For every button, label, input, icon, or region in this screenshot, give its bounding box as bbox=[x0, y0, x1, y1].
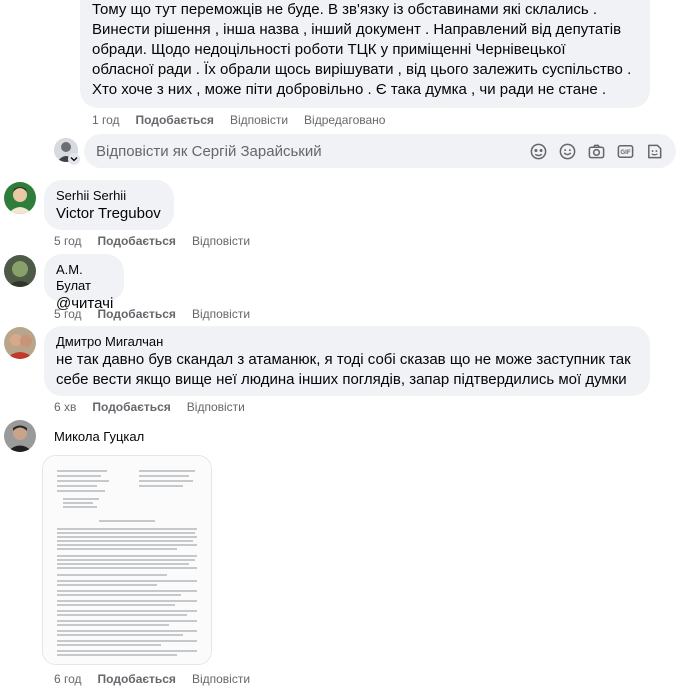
comment-author[interactable]: Дмитро Мигалчан bbox=[56, 334, 638, 350]
comment-bubble-top: Тому що тут переможців не буде. В зв'язк… bbox=[80, 0, 650, 108]
reply-button[interactable]: Відповісти bbox=[187, 399, 245, 415]
gif-icon[interactable]: GIF bbox=[616, 142, 635, 161]
composer-toolbar: GIF bbox=[529, 142, 664, 161]
comment-bubble: Дмитро Мигалчан не так давно був скандал… bbox=[44, 326, 650, 396]
like-button[interactable]: Подобається bbox=[136, 112, 214, 128]
comment-text-line: Хто хоче з них , може піти добровільно .… bbox=[92, 81, 607, 98]
like-button[interactable]: Подобається bbox=[92, 399, 170, 415]
reply-button[interactable]: Відповісти bbox=[192, 306, 250, 322]
avatar[interactable] bbox=[4, 327, 36, 359]
sticker-icon[interactable] bbox=[645, 142, 664, 161]
user-photo-icon bbox=[4, 420, 36, 452]
comment-bubble: Serhii Serhii Victor Tregubov bbox=[44, 180, 174, 230]
timestamp[interactable]: 5 год bbox=[54, 233, 82, 249]
reply-placeholder: Відповісти як Сергій Зарайський bbox=[96, 142, 322, 160]
timestamp[interactable]: 5 год bbox=[54, 306, 82, 322]
comment-author[interactable]: Микола Гуцкал bbox=[54, 429, 144, 445]
svg-text:GIF: GIF bbox=[620, 149, 630, 156]
camera-icon[interactable] bbox=[587, 142, 606, 161]
avatar[interactable] bbox=[4, 420, 36, 452]
timestamp[interactable]: 6 год bbox=[54, 671, 82, 687]
reply-button[interactable]: Відповісти bbox=[230, 112, 288, 128]
like-button[interactable]: Подобається bbox=[98, 233, 176, 249]
avatar-sticker-icon[interactable] bbox=[529, 142, 548, 161]
comment-bubble: А.М. Булат @читачі bbox=[44, 254, 124, 312]
user-photo-icon bbox=[4, 327, 36, 359]
user-photo-icon bbox=[4, 182, 36, 214]
comment-meta: 6 хв Подобається Відповісти bbox=[54, 399, 245, 415]
reply-button[interactable]: Відповісти bbox=[192, 671, 250, 687]
edited-label: Відредаговано bbox=[304, 113, 386, 127]
comment-meta: 5 год Подобається Відповісти bbox=[54, 306, 250, 322]
timestamp[interactable]: 6 хв bbox=[54, 399, 76, 415]
account-switch-chevron-icon[interactable] bbox=[68, 153, 80, 165]
comment-text-line: себе вести якщо вище неї людина інших по… bbox=[56, 371, 627, 388]
comment-meta-top: 1 год Подобається Відповісти Відредагова… bbox=[92, 112, 385, 128]
comment-text-line: обради. Щодо недоцільності роботи ТЦК у … bbox=[92, 41, 566, 58]
document-preview bbox=[43, 456, 211, 664]
comment-text-line: обласної ради . Їх обрали щось вирішуват… bbox=[92, 61, 632, 78]
comment-meta: 6 год Подобається Відповісти bbox=[54, 671, 250, 687]
comment-text-line: Тому що тут переможців не буде. В зв'язк… bbox=[92, 1, 598, 18]
avatar[interactable] bbox=[4, 182, 36, 214]
comment-text-line: не так давно був скандал з атаманюк, я т… bbox=[56, 351, 631, 368]
comment-meta: 5 год Подобається Відповісти bbox=[54, 233, 250, 249]
emoji-icon[interactable] bbox=[558, 142, 577, 161]
comment-text[interactable]: Victor Tregubov bbox=[56, 204, 162, 224]
like-button[interactable]: Подобається bbox=[98, 671, 176, 687]
reply-button[interactable]: Відповісти bbox=[192, 233, 250, 249]
comment-author[interactable]: А.М. Булат bbox=[56, 262, 112, 294]
like-button[interactable]: Подобається bbox=[98, 306, 176, 322]
attached-document-image[interactable] bbox=[42, 455, 212, 665]
reply-input[interactable]: Відповісти як Сергій Зарайський GIF bbox=[84, 134, 676, 168]
user-photo-icon bbox=[4, 255, 36, 287]
comment-author[interactable]: Serhii Serhii bbox=[56, 188, 162, 204]
comment-text-line: Винести рішення , інша назва , інший док… bbox=[92, 21, 622, 38]
avatar[interactable] bbox=[4, 255, 36, 287]
timestamp[interactable]: 1 год bbox=[92, 112, 120, 128]
